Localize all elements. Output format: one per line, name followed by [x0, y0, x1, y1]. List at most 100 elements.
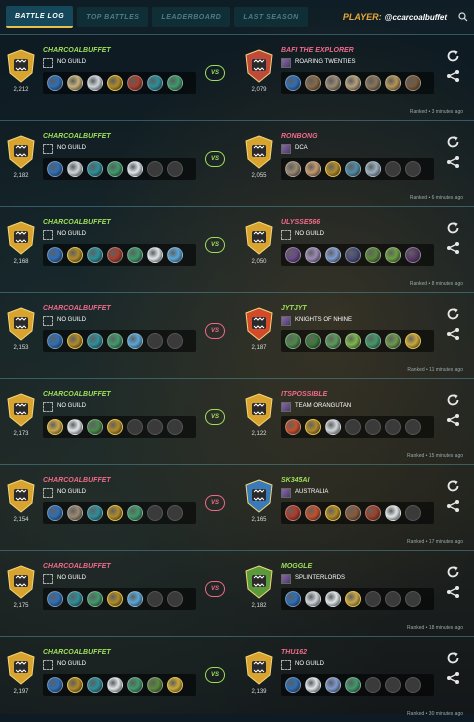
monster-card-green-beast[interactable]: [285, 333, 301, 349]
monster-card-brown-beast[interactable]: [405, 75, 421, 91]
share-icon[interactable]: [446, 671, 460, 685]
monster-card-shadow[interactable]: [405, 247, 421, 263]
player-name-link[interactable]: SK345AI: [281, 477, 309, 484]
monster-card-crab[interactable]: [87, 161, 103, 177]
share-icon[interactable]: [446, 327, 460, 341]
tab-top-battles[interactable]: TOP BATTLES: [77, 7, 149, 27]
monster-card-golem[interactable]: [325, 75, 341, 91]
player-name-link[interactable]: ULYSSE566: [281, 219, 320, 226]
monster-card-golem[interactable]: [67, 505, 83, 521]
monster-card-blue-splinter[interactable]: [47, 505, 63, 521]
monster-card-red-dragon[interactable]: [285, 505, 301, 521]
monster-card-red-beast[interactable]: [127, 75, 143, 91]
monster-card-golden-warrior[interactable]: [107, 75, 123, 91]
monster-card-white-spirit[interactable]: [325, 591, 341, 607]
monster-card-ghost[interactable]: [305, 247, 321, 263]
monster-card-blue-splinter[interactable]: [47, 677, 63, 693]
player-name-link[interactable]: THU162: [281, 649, 307, 656]
monster-card-golem[interactable]: [285, 161, 301, 177]
monster-card-wolf[interactable]: [305, 591, 321, 607]
monster-card-blue-mage[interactable]: [167, 247, 183, 263]
monster-card-green-mage[interactable]: [107, 161, 123, 177]
monster-card-green-mage[interactable]: [345, 677, 361, 693]
player-name-link[interactable]: BAFI THE EXPLORER: [281, 47, 354, 54]
monster-card-dragon[interactable]: [67, 75, 83, 91]
replay-icon[interactable]: [446, 49, 460, 63]
replay-icon[interactable]: [446, 393, 460, 407]
monster-card-white-spirit[interactable]: [127, 161, 143, 177]
monster-card-golden-warrior[interactable]: [325, 505, 341, 521]
monster-card-green-beast[interactable]: [87, 419, 103, 435]
monster-card-white-spirit[interactable]: [385, 505, 401, 521]
monster-card-golden-warrior[interactable]: [107, 505, 123, 521]
monster-card-beetle[interactable]: [365, 247, 381, 263]
replay-icon[interactable]: [446, 307, 460, 321]
monster-card-blue-mage[interactable]: [127, 333, 143, 349]
monster-card-golden-warrior[interactable]: [107, 419, 123, 435]
monster-card-crab[interactable]: [87, 247, 103, 263]
monster-card-crab[interactable]: [87, 333, 103, 349]
monster-card-green-mage[interactable]: [365, 333, 381, 349]
share-icon[interactable]: [446, 241, 460, 255]
player-name-link[interactable]: ITSPOSSIBLE: [281, 391, 327, 398]
monster-card-green-mage[interactable]: [127, 247, 143, 263]
monster-card-blue-mage[interactable]: [127, 591, 143, 607]
monster-card-blue-splinter[interactable]: [285, 677, 301, 693]
monster-card-white-spirit[interactable]: [107, 677, 123, 693]
monster-card-tree-spirit[interactable]: [325, 333, 341, 349]
monster-card-green-mage[interactable]: [127, 505, 143, 521]
monster-card-blue-splinter[interactable]: [47, 591, 63, 607]
player-name-link[interactable]: JYTJYT: [281, 305, 307, 312]
monster-card-wolf[interactable]: [325, 419, 341, 435]
monster-card-spirit[interactable]: [325, 247, 341, 263]
monster-card-white-spirit[interactable]: [147, 247, 163, 263]
monster-card-golden-warrior[interactable]: [67, 247, 83, 263]
player-name-link[interactable]: CHARCOALBUFFET: [43, 391, 111, 398]
replay-icon[interactable]: [446, 479, 460, 493]
monster-card-crab[interactable]: [147, 75, 163, 91]
monster-card-crab[interactable]: [87, 505, 103, 521]
monster-card-golden-warrior[interactable]: [107, 591, 123, 607]
share-icon[interactable]: [446, 499, 460, 513]
monster-card-crab[interactable]: [87, 677, 103, 693]
monster-card-blue-splinter[interactable]: [285, 75, 301, 91]
monster-card-golden-mage[interactable]: [345, 591, 361, 607]
monster-card-dark-knight[interactable]: [345, 247, 361, 263]
monster-card-blue-splinter[interactable]: [47, 75, 63, 91]
share-icon[interactable]: [446, 155, 460, 169]
player-name-link[interactable]: CHARCOALBUFFET: [43, 477, 111, 484]
player-name-link[interactable]: CHARCOALBUFFET: [43, 305, 111, 312]
share-icon[interactable]: [446, 413, 460, 427]
monster-card-cat[interactable]: [305, 161, 321, 177]
share-icon[interactable]: [446, 69, 460, 83]
monster-card-mage[interactable]: [365, 161, 381, 177]
tab-battle-log[interactable]: BATTLE LOG: [6, 6, 74, 28]
replay-icon[interactable]: [446, 135, 460, 149]
monster-card-red-mage[interactable]: [365, 505, 381, 521]
monster-card-leaf[interactable]: [345, 333, 361, 349]
monster-card-green-mage[interactable]: [87, 591, 103, 607]
monster-card-golden-elf[interactable]: [167, 677, 183, 693]
monster-card-wolf[interactable]: [67, 161, 83, 177]
monster-card-sea-creature[interactable]: [345, 161, 361, 177]
player-name-link[interactable]: CHARCOALBUFFET: [43, 47, 111, 54]
monster-card-golden-warrior[interactable]: [305, 419, 321, 435]
monster-card-green-lizard[interactable]: [385, 247, 401, 263]
monster-card-blue-splinter[interactable]: [47, 333, 63, 349]
monster-card-blue-splinter[interactable]: [47, 247, 63, 263]
monster-card-golden-elf[interactable]: [405, 333, 421, 349]
monster-card-fighter[interactable]: [345, 75, 361, 91]
monster-card-fire-beast[interactable]: [285, 419, 301, 435]
monster-card-spearman[interactable]: [365, 75, 381, 91]
monster-card-plant[interactable]: [305, 333, 321, 349]
player-name-link[interactable]: RONBONG: [281, 133, 318, 140]
replay-icon[interactable]: [446, 221, 460, 235]
monster-card-beast[interactable]: [305, 75, 321, 91]
monster-card-golden-mage[interactable]: [47, 419, 63, 435]
share-icon[interactable]: [446, 585, 460, 599]
monster-card-warrior[interactable]: [345, 505, 361, 521]
player-name-link[interactable]: CHARCOALBUFFET: [43, 649, 111, 656]
monster-card-blue-splinter[interactable]: [285, 591, 301, 607]
monster-card-wolf[interactable]: [87, 75, 103, 91]
monster-card-crab[interactable]: [67, 591, 83, 607]
